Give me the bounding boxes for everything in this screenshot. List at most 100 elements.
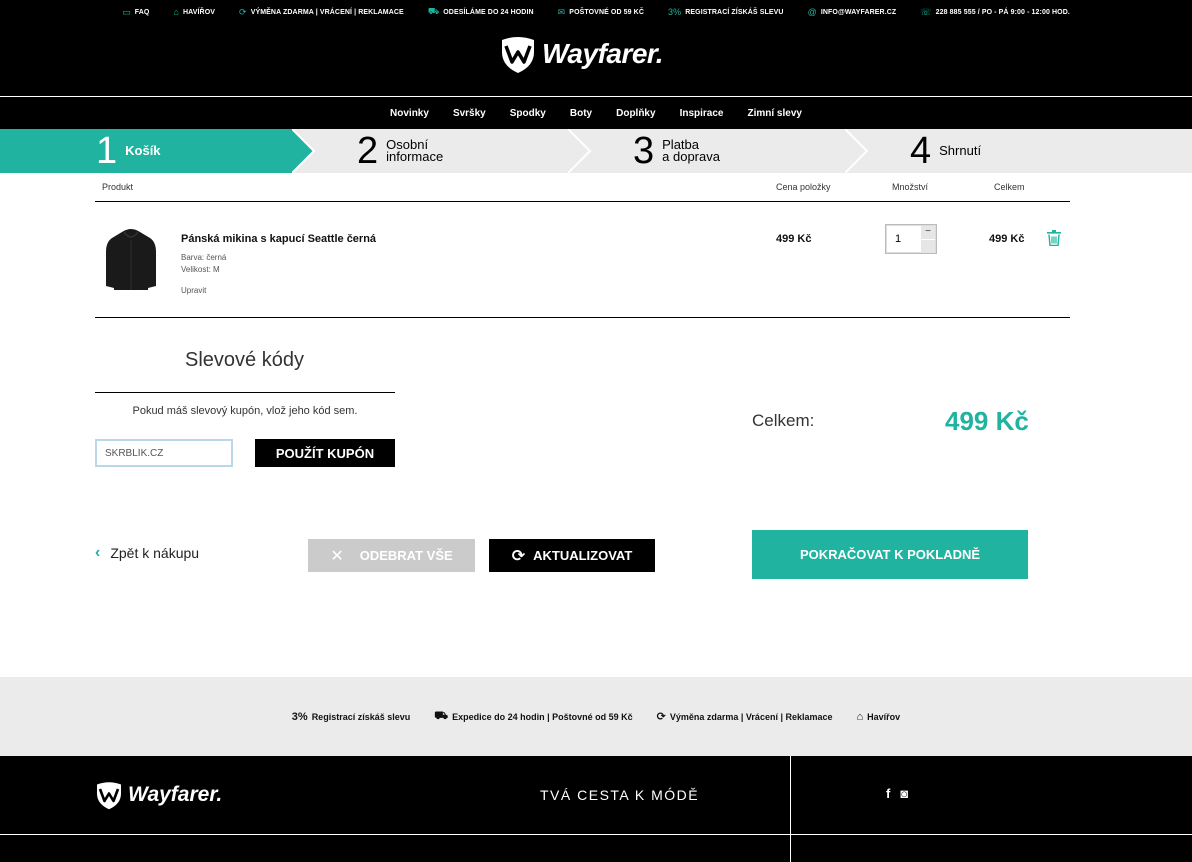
attr-label: Barva: bbox=[181, 253, 205, 262]
info-label: 228 885 555 / PO - PÁ 9:00 - 12:00 HOD. bbox=[935, 8, 1070, 16]
truck-icon: ⛟ bbox=[434, 709, 449, 722]
truck-icon: ⛟ bbox=[427, 6, 440, 16]
trash-icon[interactable] bbox=[1047, 230, 1061, 246]
checkout-steps: 1 Košík 2 Osobní informace 3 Platba a dopr… bbox=[0, 129, 1192, 173]
wayfarer-logo-icon bbox=[502, 37, 534, 73]
info-label: FAQ bbox=[134, 8, 150, 16]
chevron-left-icon: ‹ bbox=[95, 544, 101, 561]
step-personal-info[interactable]: 2 Osobní informace bbox=[357, 129, 443, 173]
header-qty: Množství bbox=[892, 182, 929, 192]
site-footer: Wayfarer. TVÁ CESTA K MÓDĚ f ◙ bbox=[0, 756, 1192, 862]
total-value: 499 Kč bbox=[945, 406, 1029, 436]
back-to-shop-link[interactable]: ‹ Zpět k nákupu bbox=[95, 544, 199, 562]
facebook-icon[interactable]: f bbox=[886, 786, 890, 801]
product-name[interactable]: Pánská mikina s kapucí Seattle černá bbox=[181, 233, 376, 245]
brand-name: Wayfarer. bbox=[542, 38, 664, 69]
step-separator-icon bbox=[568, 129, 592, 173]
instagram-icon[interactable]: ◙ bbox=[900, 786, 908, 801]
checkout-button[interactable]: POKRAČOVAT K POKLADNĚ bbox=[752, 530, 1028, 579]
step-label-line: Shrnutí bbox=[939, 143, 982, 158]
info-exchange[interactable]: ⟳ VÝMĚNA ZDARMA | VRÁCENÍ | REKLAMACE bbox=[227, 6, 416, 18]
quantity-decrease-button[interactable] bbox=[921, 240, 935, 253]
wayfarer-logo-icon bbox=[97, 782, 121, 810]
info-havirov[interactable]: ⌂ HAVÍŘOV bbox=[161, 6, 227, 18]
item-price: 499 Kč bbox=[776, 233, 812, 245]
step-payment[interactable]: 3 Platba a doprava bbox=[633, 129, 720, 173]
nav-doplnky[interactable]: Doplňky bbox=[616, 108, 655, 119]
product-color: Barva: černá bbox=[181, 253, 226, 262]
remove-all-label: ODEBRAT VŠE bbox=[359, 548, 453, 563]
nav-boty[interactable]: Boty bbox=[570, 108, 592, 119]
envelope-icon: ✉ bbox=[557, 6, 566, 17]
info-label: ODESÍLÁME DO 24 HODIN bbox=[443, 8, 534, 16]
divider bbox=[790, 756, 791, 862]
nav-svrsky[interactable]: Svršky bbox=[453, 108, 486, 119]
social-links: f ◙ bbox=[886, 786, 908, 801]
benefit-shipping[interactable]: ⛟ Expedice do 24 hodin | Poštovné od 59 K… bbox=[434, 710, 632, 724]
step-number: 2 bbox=[357, 130, 379, 172]
benefit-registration[interactable]: 3% Registrací získáš slevu bbox=[292, 711, 410, 723]
total-label: Celkem: bbox=[752, 411, 815, 430]
nav-spodky[interactable]: Spodky bbox=[510, 108, 546, 119]
header-product: Produkt bbox=[102, 182, 134, 192]
refresh-icon: ⟳ bbox=[656, 711, 666, 723]
percent-icon: 3% bbox=[291, 710, 308, 723]
discount-text: Pokud máš slevový kupón, vlož jeho kód s… bbox=[132, 405, 358, 417]
info-postage[interactable]: ✉ POŠTOVNÉ OD 59 KČ bbox=[546, 6, 656, 18]
benefit-label: Výměna zdarma | Vrácení | Reklamace bbox=[669, 711, 833, 722]
quantity-increase-button[interactable]: − bbox=[921, 226, 935, 239]
header-price: Cena položky bbox=[776, 182, 831, 192]
footer-slogan: TVÁ CESTA K MÓDĚ bbox=[540, 787, 700, 803]
quantity-stepper: − bbox=[885, 224, 937, 254]
nav-novinky[interactable]: Novinky bbox=[390, 108, 429, 119]
product-image[interactable] bbox=[104, 226, 158, 292]
step-label: Shrnutí bbox=[939, 143, 982, 158]
step-separator-icon bbox=[845, 129, 869, 173]
divider bbox=[95, 317, 1070, 318]
attr-label: Velikost: bbox=[181, 265, 211, 274]
step-label: Osobní informace bbox=[386, 138, 444, 164]
benefit-exchange[interactable]: ⟳ Výměna zdarma | Vrácení | Reklamace bbox=[657, 710, 833, 723]
divider bbox=[0, 834, 1192, 835]
apply-coupon-button[interactable]: POUŽÍT KUPÓN bbox=[255, 439, 395, 467]
header-total: Celkem bbox=[994, 182, 1025, 192]
discount-title: Slevové kódy bbox=[185, 349, 304, 371]
edit-link[interactable]: Upravit bbox=[181, 286, 206, 295]
footer-logo[interactable]: Wayfarer. bbox=[95, 780, 222, 810]
step-label: Platba a doprava bbox=[662, 138, 720, 163]
step-label-line: Košík bbox=[125, 143, 161, 158]
info-registration[interactable]: 3% REGISTRACÍ ZÍSKÁŠ SLEVU bbox=[656, 6, 796, 18]
info-label: VÝMĚNA ZDARMA | VRÁCENÍ | REKLAMACE bbox=[250, 8, 404, 16]
home-icon: ⌂ bbox=[173, 7, 179, 17]
benefits-bar: 3% Registrací získáš slevu ⛟ Expedice do 2… bbox=[0, 677, 1192, 756]
nav-zimni-slevy[interactable]: Zimní slevy bbox=[747, 108, 801, 119]
site-logo[interactable]: Wayfarer. bbox=[500, 34, 664, 74]
quantity-input[interactable] bbox=[889, 228, 921, 250]
attr-value: černá bbox=[206, 253, 227, 262]
phone-icon: ☏ bbox=[920, 6, 932, 17]
back-label: Zpět k nákupu bbox=[110, 545, 200, 561]
info-bar: ▭ FAQ ⌂ HAVÍŘOV ⟳ VÝMĚNA ZDARMA | VRÁCENÍ |… bbox=[0, 6, 1192, 18]
benefit-label: Registrací získáš slevu bbox=[311, 711, 411, 722]
remove-all-button[interactable]: ✕ ODEBRAT VŠE bbox=[308, 539, 475, 572]
chat-icon: ▭ bbox=[122, 6, 131, 17]
main-nav: Novinky Svršky Spodky Boty Doplňky Inspi… bbox=[0, 96, 1192, 129]
benefit-store[interactable]: ⌂ Havířov bbox=[857, 711, 901, 723]
step-cart[interactable]: 1 Košík bbox=[0, 129, 292, 173]
step-label-line: informace bbox=[386, 149, 444, 164]
refresh-icon: ⟳ bbox=[511, 547, 526, 565]
step-summary[interactable]: 4 Shrnutí bbox=[910, 129, 981, 173]
divider bbox=[95, 201, 1070, 202]
step-number: 1 bbox=[96, 130, 118, 172]
info-phone[interactable]: ☏ 228 885 555 / PO - PÁ 9:00 - 12:00 HOD. bbox=[908, 6, 1082, 18]
step-number: 4 bbox=[910, 130, 932, 172]
close-icon: ✕ bbox=[330, 547, 344, 565]
info-email[interactable]: @ INFO@WAYFARER.CZ bbox=[796, 6, 909, 18]
update-button[interactable]: ⟳ AKTUALIZOVAT bbox=[489, 539, 655, 572]
home-icon: ⌂ bbox=[856, 710, 864, 723]
info-faq[interactable]: ▭ FAQ bbox=[110, 6, 161, 18]
info-shipping[interactable]: ⛟ ODESÍLÁME DO 24 HODIN bbox=[416, 6, 546, 18]
nav-inspirace[interactable]: Inspirace bbox=[680, 108, 724, 119]
step-separator-icon bbox=[292, 129, 316, 173]
coupon-input[interactable] bbox=[95, 439, 233, 467]
